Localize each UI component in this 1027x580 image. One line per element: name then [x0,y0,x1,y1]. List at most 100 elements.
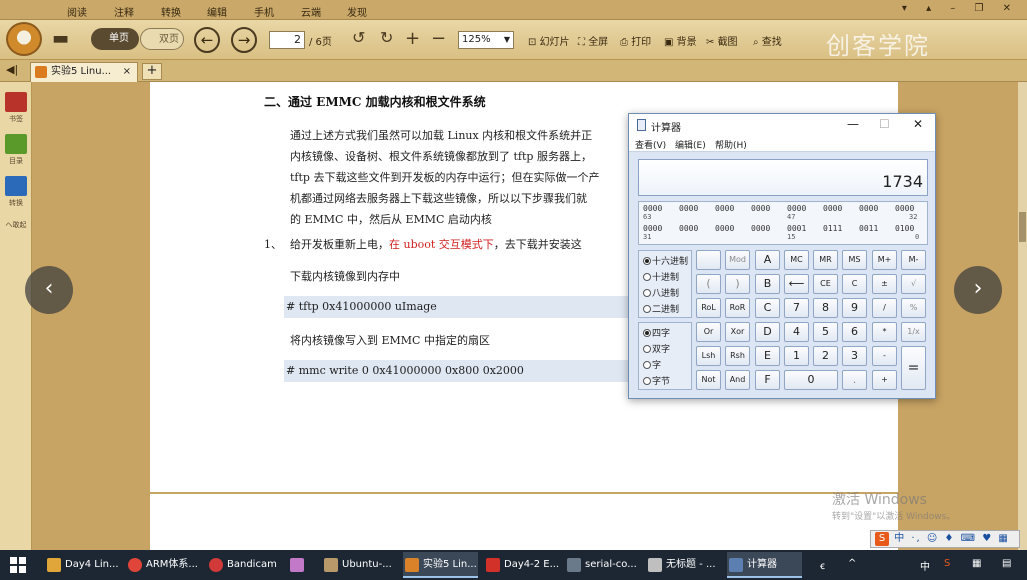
taskbar-item[interactable]: 计算器 [727,552,802,578]
menu-help[interactable]: 帮助(H) [715,138,747,151]
sidebar-toggle-icon[interactable]: ◀| [6,63,18,76]
calc-key-mplus[interactable]: M+ [872,250,897,270]
calc-key-sqrt[interactable]: √ [901,274,926,294]
calc-key-5[interactable]: 5 [813,322,838,342]
single-page-button[interactable]: 单页 [91,28,139,50]
calc-key-7[interactable]: 7 [784,298,809,318]
people-icon[interactable]: ꞓ [820,558,825,572]
taskbar-item[interactable]: ARM体系... [126,552,201,578]
next-page-arrow-icon[interactable]: › [954,266,1002,314]
zoom-out-icon[interactable]: − [431,28,446,49]
calc-key-4[interactable]: 4 [784,322,809,342]
taskbar-item[interactable]: Ubuntu-... [322,552,397,578]
taskbar-item[interactable]: Day4 Lin... [45,552,120,578]
calc-key-rsh[interactable]: Rsh [725,346,750,366]
zoom-select[interactable]: 125% ▼ [458,31,514,49]
calc-key-d[interactable]: D [755,322,780,342]
chevron-up-icon[interactable]: ^ [848,558,856,569]
taskbar-item[interactable]: Bandicam [207,552,282,578]
radio-qword[interactable]: 四字 [643,326,670,339]
app-logo-icon[interactable] [6,22,42,56]
calculator-titlebar[interactable]: 计算器 — ☐ ✕ [629,114,935,136]
taskbar-item[interactable]: serial-co... [565,552,640,578]
calc-key-add[interactable]: + [872,370,897,390]
calc-key-clear[interactable]: C [842,274,867,294]
calc-key-subtract[interactable]: - [872,346,897,366]
radio-byte[interactable]: 字节 [643,374,670,387]
calc-key-b[interactable]: B [755,274,780,294]
menu-read[interactable]: 阅读 [67,4,87,19]
calc-key-lsh[interactable]: Lsh [696,346,721,366]
calc-key-and[interactable]: And [725,370,750,390]
zoom-in-icon[interactable]: + [405,28,420,49]
calc-key-xor[interactable]: Xor [725,322,750,342]
calc-key-3[interactable]: 3 [842,346,867,366]
taskbar-item[interactable]: 实验5 Lin... [403,552,478,578]
sogou-tray-icon[interactable]: S [944,558,950,569]
scrollbar-thumb[interactable] [1019,212,1026,242]
reader-window-controls[interactable]: ▾ ▴ – ❐ ✕ [902,3,1019,14]
taskbar-item[interactable] [288,552,316,578]
close-icon[interactable]: ✕ [913,117,923,131]
calc-key-close-paren[interactable]: ) [725,274,750,294]
radio-dword[interactable]: 双字 [643,342,670,355]
tab-document[interactable]: 实验5 Linu... × [30,62,138,82]
tray-grid-icon[interactable]: ▦ [972,558,981,569]
calc-key-mod[interactable]: Mod [725,250,750,270]
vertical-scrollbar[interactable] [1018,82,1027,550]
calc-key-equals[interactable]: = [901,346,926,390]
calc-key-1[interactable]: 1 [784,346,809,366]
calc-key-negate[interactable]: ± [872,274,897,294]
radio-oct[interactable]: 八进制 [643,286,679,299]
menu-convert[interactable]: 转换 [161,4,181,19]
fullscreen-button[interactable]: ⛶ 全屏 [578,33,608,48]
calc-key-c-hex[interactable]: C [755,298,780,318]
sidebar-item-convert[interactable]: 转换 [4,176,28,208]
notification-icon[interactable]: ▤ [1002,558,1011,569]
calc-key-backspace[interactable]: ⟵ [784,274,809,294]
sidebar-item-bookmarks[interactable]: 书签 [4,92,28,124]
rotate-right-icon[interactable]: ↻ [380,28,393,47]
menu-view[interactable]: 查看(V) [635,138,666,151]
calc-key-divide[interactable]: / [872,298,897,318]
calc-key-multiply[interactable]: * [872,322,897,342]
calc-key-mminus[interactable]: M- [901,250,926,270]
calc-key-mc[interactable]: MC [784,250,809,270]
calc-key-ror[interactable]: RoR [725,298,750,318]
menu-phone[interactable]: 手机 [254,4,274,19]
calc-key-e[interactable]: E [755,346,780,366]
ime-indicator[interactable]: 中 [920,558,930,573]
windows-start-icon[interactable] [10,557,26,573]
calc-key-6[interactable]: 6 [842,322,867,342]
rotate-left-icon[interactable]: ↺ [352,28,365,47]
back-arrow-icon[interactable]: ← [194,27,220,53]
calc-key-8[interactable]: 8 [813,298,838,318]
ime-toolbar[interactable]: S 中 ·, ☺ ♦ ⌨ ♥ ▦ [870,530,1020,548]
menu-cloud[interactable]: 云端 [301,4,321,19]
calc-key-0[interactable]: 0 [784,370,838,390]
minimize-icon[interactable]: — [847,117,859,131]
radio-dec[interactable]: 十进制 [643,270,679,283]
close-tab-icon[interactable]: × [123,63,131,81]
forward-arrow-icon[interactable]: → [231,27,257,53]
maximize-icon[interactable]: ☐ [879,117,890,131]
calc-key-f[interactable]: F [755,370,780,390]
menu-edit[interactable]: 编辑(E) [675,138,706,151]
radio-bin[interactable]: 二进制 [643,302,679,315]
calc-key-ce[interactable]: CE [813,274,838,294]
calc-key-a[interactable]: A [755,250,780,270]
menu-discover[interactable]: 发现 [347,4,367,19]
calc-key-reciprocal[interactable]: 1/x [901,322,926,342]
calc-key-9[interactable]: 9 [842,298,867,318]
calc-key-mr[interactable]: MR [813,250,838,270]
find-button[interactable]: ⌕ 查找 [753,33,782,48]
taskbar-item[interactable]: Day4-2 E... [484,552,559,578]
calc-key-or[interactable]: Or [696,322,721,342]
calc-key-ms[interactable]: MS [842,250,867,270]
calc-key-percent[interactable]: % [901,298,926,318]
radio-hex[interactable]: 十六进制 [643,254,688,267]
open-folder-icon[interactable]: ▬ [52,28,69,49]
calc-key-decimal[interactable]: . [842,370,867,390]
new-tab-button[interactable]: + [142,63,162,80]
screenshot-button[interactable]: ✂ 截图 [706,33,738,48]
